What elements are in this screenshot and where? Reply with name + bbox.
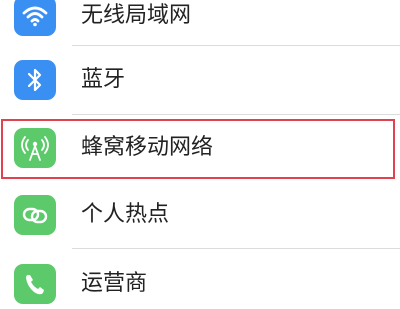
settings-row-label: 运营商 (81, 271, 148, 296)
wifi-icon (14, 0, 56, 36)
row-divider (72, 114, 400, 115)
settings-row-wifi[interactable]: 无线局域网 (0, 0, 400, 41)
settings-row-carrier[interactable]: 运营商 (0, 259, 400, 309)
row-divider (72, 248, 400, 249)
phone-icon (14, 264, 56, 304)
settings-row-label: 个人热点 (81, 202, 170, 227)
row-divider (72, 45, 400, 46)
bluetooth-icon (14, 60, 56, 100)
settings-row-label: 无线局域网 (81, 3, 192, 28)
settings-list: 无线局域网 蓝牙 蜂窝移动网络 个人热点 运营商 (0, 0, 400, 304)
hotspot-icon (14, 195, 56, 235)
settings-row-bluetooth[interactable]: 蓝牙 (0, 55, 400, 105)
highlight-box (1, 119, 395, 179)
settings-row-hotspot[interactable]: 个人热点 (0, 190, 400, 240)
settings-row-label: 蓝牙 (81, 67, 126, 92)
